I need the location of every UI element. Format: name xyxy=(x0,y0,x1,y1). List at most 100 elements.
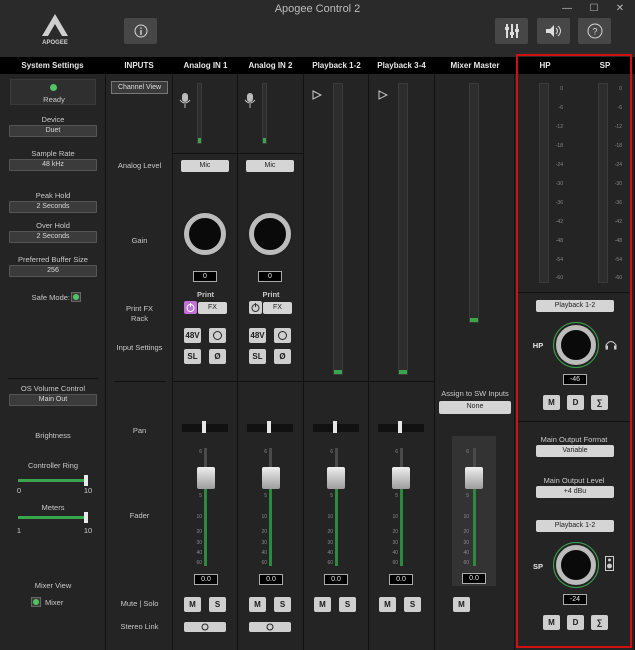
master-fader-value[interactable]: 0.0 xyxy=(462,573,486,584)
maximize-button[interactable]: ☐ xyxy=(583,2,605,16)
channel-view-button[interactable]: Channel View xyxy=(111,81,168,94)
hp-volume-value[interactable]: -46 xyxy=(563,374,587,385)
analog-in-2-print-label: Print xyxy=(262,290,280,299)
analog-in-2-pan-slider[interactable] xyxy=(247,421,293,433)
playback-3-4-fader-value[interactable]: 0.0 xyxy=(389,574,413,585)
meter-tick: -30 xyxy=(614,181,622,187)
speaker-button[interactable] xyxy=(537,18,570,44)
hp-source-select[interactable]: Playback 1-2 xyxy=(536,300,614,312)
fader-tick: 20 xyxy=(463,529,469,535)
controller-ring-min: 0 xyxy=(16,486,22,495)
apogee-logo-text: APOGEE xyxy=(42,40,68,46)
analog-in-1-fader-value[interactable]: 0.0 xyxy=(194,574,218,585)
fader-tick: 30 xyxy=(463,540,469,546)
playback-1-2-fader-value[interactable]: 0.0 xyxy=(324,574,348,585)
meter-tick: -54 xyxy=(555,257,563,263)
sample-rate-select[interactable]: 48 kHz xyxy=(9,159,97,171)
stereo-link-toggle-1[interactable] xyxy=(184,622,226,632)
playback-3-4-pan-slider[interactable] xyxy=(378,421,424,433)
analog-in-1-48v-button[interactable]: 48V xyxy=(184,328,201,343)
playback-1-2-pan-slider[interactable] xyxy=(313,421,359,433)
playback-1-2-mute-button[interactable]: M xyxy=(314,597,331,612)
analog-in-2-mute-button[interactable]: M xyxy=(249,597,266,612)
fader-tick: 60 xyxy=(327,560,333,566)
sp-mute-button[interactable]: M xyxy=(543,615,560,630)
mixer-checkbox[interactable] xyxy=(31,597,41,607)
analog-in-1-phase-button[interactable]: Ø xyxy=(209,349,226,364)
meter-tick: 0 xyxy=(619,86,622,92)
master-fader-handle[interactable] xyxy=(465,467,483,489)
main-output-level-select[interactable]: +4 dBu xyxy=(536,486,614,498)
analog-in-1-group-button[interactable] xyxy=(209,328,226,343)
analog-in-2-fader-value[interactable]: 0.0 xyxy=(259,574,283,585)
power-icon xyxy=(251,303,260,312)
analog-in-1-level-select[interactable]: Mic xyxy=(181,160,229,172)
fader-tick: 40 xyxy=(196,550,202,556)
os-volume-label: OS Volume Control xyxy=(20,384,86,393)
playback-1-2-pan-handle[interactable] xyxy=(333,421,337,433)
analog-in-2-gain-knob[interactable] xyxy=(249,213,291,255)
assign-sw-inputs-select[interactable]: None xyxy=(439,401,511,414)
sp-dim-button[interactable]: D xyxy=(567,615,584,630)
hp-mute-button[interactable]: M xyxy=(543,395,560,410)
analog-in-1-pan-handle[interactable] xyxy=(202,421,206,433)
mixer-view-button[interactable] xyxy=(495,18,528,44)
analog-in-1-pan-slider[interactable] xyxy=(182,421,228,433)
master-mute-button[interactable]: M xyxy=(453,597,470,612)
meter-tick: -48 xyxy=(614,238,622,244)
analog-in-2-gain-value[interactable]: 0 xyxy=(258,271,282,282)
analog-in-1-gain-knob[interactable] xyxy=(184,213,226,255)
analog-in-2-phase-button[interactable]: Ø xyxy=(274,349,291,364)
meters-slider[interactable] xyxy=(18,512,88,523)
help-button[interactable]: ? xyxy=(578,18,611,44)
analog-in-1-fader-handle[interactable] xyxy=(197,467,215,489)
main-output-format-select[interactable]: Variable xyxy=(536,445,614,457)
close-button[interactable]: ✕ xyxy=(609,2,631,16)
sp-volume-knob[interactable] xyxy=(556,545,596,585)
playback-3-4-fader-handle[interactable] xyxy=(392,467,410,489)
sp-volume-value[interactable]: -24 xyxy=(563,594,587,605)
sp-source-select[interactable]: Playback 1-2 xyxy=(536,520,614,532)
analog-in-1-mute-button[interactable]: M xyxy=(184,597,201,612)
safe-mode-checkbox[interactable] xyxy=(71,292,81,302)
meters-handle[interactable] xyxy=(84,512,88,523)
analog-in-1-gain-value[interactable]: 0 xyxy=(193,271,217,282)
analog-in-1-fx-button[interactable]: FX xyxy=(198,302,227,314)
analog-in-2-fader-handle[interactable] xyxy=(262,467,280,489)
controller-ring-handle[interactable] xyxy=(84,475,88,486)
os-volume-select[interactable]: Main Out xyxy=(9,394,97,406)
analog-in-2-sl-button[interactable]: SL xyxy=(249,349,266,364)
hp-sum-button[interactable]: ∑ xyxy=(591,395,608,410)
info-button[interactable] xyxy=(124,18,157,44)
device-select[interactable]: Duet xyxy=(9,125,97,137)
analog-in-2-fx-button[interactable]: FX xyxy=(263,302,292,314)
analog-in-2-header: Analog IN 2 xyxy=(248,61,293,70)
analog-in-2-48v-button[interactable]: 48V xyxy=(249,328,266,343)
playback-3-4-solo-button[interactable]: S xyxy=(404,597,421,612)
analog-in-2-level-select[interactable]: Mic xyxy=(246,160,294,172)
analog-in-2-pan-handle[interactable] xyxy=(267,421,271,433)
analog-in-1-solo-button[interactable]: S xyxy=(209,597,226,612)
sp-sum-button[interactable]: ∑ xyxy=(591,615,608,630)
hp-dim-button[interactable]: D xyxy=(567,395,584,410)
analog-in-2-print-toggle[interactable] xyxy=(249,301,262,314)
meter-tick: -24 xyxy=(614,162,622,168)
fader-tick: 20 xyxy=(196,529,202,535)
stereo-link-toggle-2[interactable] xyxy=(249,622,291,632)
fader-tick: 6 xyxy=(330,449,333,455)
minimize-button[interactable]: — xyxy=(556,2,578,16)
over-hold-select[interactable]: 2 Seconds xyxy=(9,231,97,243)
peak-hold-select[interactable]: 2 Seconds xyxy=(9,201,97,213)
analog-in-2-solo-button[interactable]: S xyxy=(274,597,291,612)
playback-1-2-fader-handle[interactable] xyxy=(327,467,345,489)
controller-ring-slider[interactable] xyxy=(18,475,88,486)
playback-1-2-solo-button[interactable]: S xyxy=(339,597,356,612)
buffer-size-select[interactable]: 256 xyxy=(9,265,97,277)
hp-volume-knob[interactable] xyxy=(556,325,596,365)
analog-in-1-sl-button[interactable]: SL xyxy=(184,349,201,364)
mixer-view-label: Mixer View xyxy=(34,581,72,590)
playback-3-4-pan-handle[interactable] xyxy=(398,421,402,433)
analog-in-1-print-toggle[interactable] xyxy=(184,301,197,314)
playback-3-4-mute-button[interactable]: M xyxy=(379,597,396,612)
analog-in-2-group-button[interactable] xyxy=(274,328,291,343)
